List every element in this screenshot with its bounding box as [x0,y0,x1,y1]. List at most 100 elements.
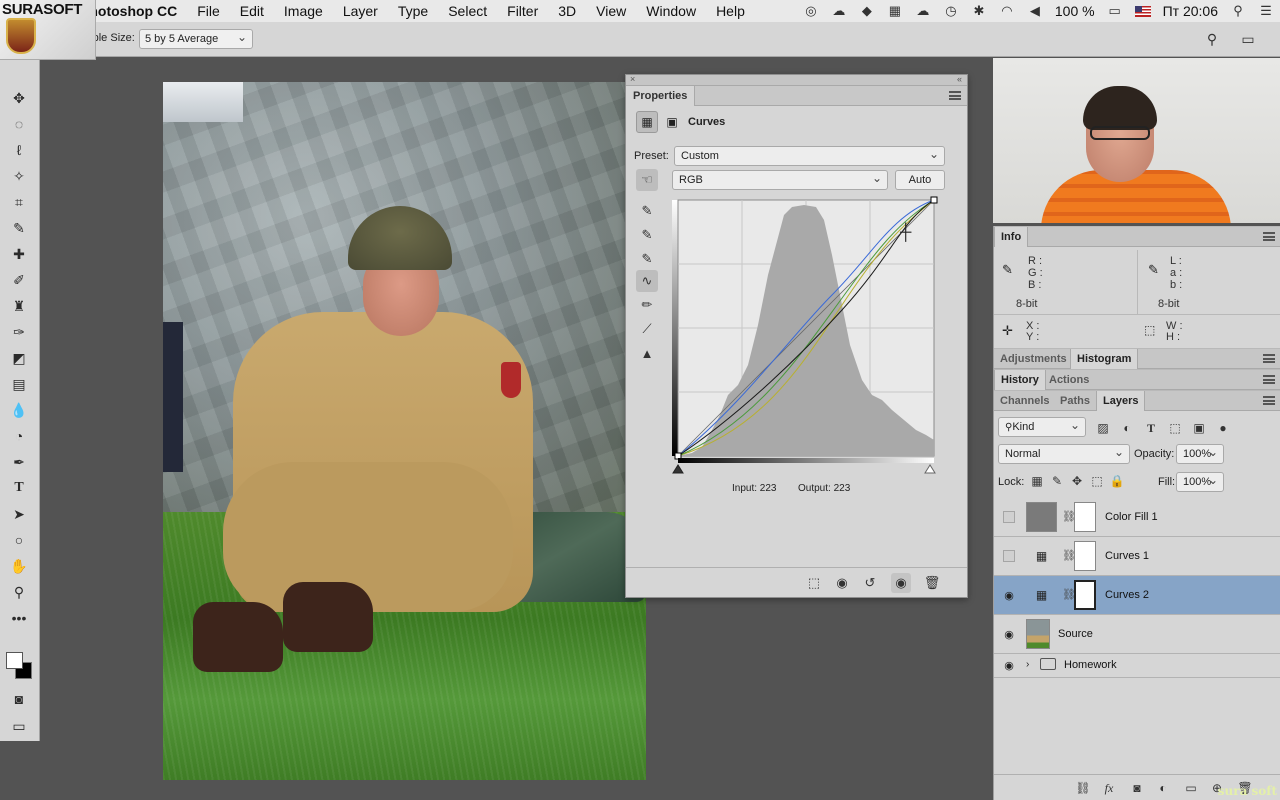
dodge-tool-icon[interactable]: ◔ [8,425,30,447]
menu-file[interactable]: File [187,0,230,22]
battery-icon[interactable]: ▭ [1101,0,1129,22]
new-adjustment-icon[interactable]: ◐ [1154,779,1172,797]
gray-point-eyedropper-icon[interactable]: ✎ [636,224,658,246]
fx-icon[interactable]: fx [1100,779,1118,797]
pen-tool-icon[interactable]: ✒ [8,451,30,473]
search-icon[interactable]: ⚲ [1224,0,1252,22]
disclosure-arrow-icon[interactable]: › [1026,659,1029,670]
calendar-icon[interactable]: ▦ [881,0,909,22]
link-layers-icon[interactable]: ⛓ [1074,779,1092,797]
black-point-eyedropper-icon[interactable]: ✎ [636,200,658,222]
visibility-off-box[interactable] [1003,511,1015,523]
visibility-eye-icon[interactable]: ◉ [891,573,911,593]
curves-graph[interactable]: ┼ [672,195,944,475]
history-menu-icon[interactable] [1263,375,1275,384]
layer-row-curves-1[interactable]: ▦ ⛓ Curves 1 [994,537,1280,576]
brush-tool-icon[interactable]: ✐ [8,269,30,291]
preset-select[interactable]: Custom [674,146,945,166]
dropbox-icon[interactable]: ◆ [853,0,881,22]
tab-layers[interactable]: Layers [1096,391,1146,411]
tab-channels[interactable]: Channels [994,391,1056,411]
tab-histogram[interactable]: Histogram [1070,349,1139,369]
tab-adjustments[interactable]: Adjustments [994,349,1073,369]
foreground-color-swatch[interactable] [6,652,23,669]
wifi-icon[interactable]: ◠ [993,0,1021,22]
sample-size-select[interactable]: 5 by 5 Average [139,29,253,49]
lock-all-icon[interactable]: 🔒 [1108,472,1126,490]
document-photo[interactable] [163,82,646,780]
layer-row-color-fill-1[interactable]: ⛓ Color Fill 1 [994,498,1280,537]
layer-name[interactable]: Source [1058,628,1093,640]
layer-mask-thumbnail[interactable] [1074,580,1096,610]
lasso-tool-icon[interactable]: ℓ [8,139,30,161]
list-icon[interactable]: ☰ [1252,0,1280,22]
tab-history[interactable]: History [994,370,1046,390]
clock[interactable]: Пт 20:06 [1157,3,1224,19]
lock-artboard-icon[interactable]: ⬚ [1088,472,1106,490]
curve-points-icon[interactable]: ∿ [636,270,658,292]
magic-wand-tool-icon[interactable]: ✧ [8,165,30,187]
menu-3d[interactable]: 3D [548,0,586,22]
history-brush-tool-icon[interactable]: ✑ [8,321,30,343]
menu-view[interactable]: View [586,0,636,22]
menu-filter[interactable]: Filter [497,0,548,22]
zoom-tool-icon[interactable]: ⚲ [8,581,30,603]
ellipse-tool-icon[interactable]: ○ [8,529,30,551]
visibility-eye-icon[interactable]: ◉ [1002,628,1016,641]
visibility-eye-icon[interactable]: ◉ [1002,589,1016,602]
cc-libraries-icon[interactable]: ☁ [825,0,853,22]
hand-tool-icon[interactable]: ✋ [8,555,30,577]
menu-type[interactable]: Type [388,0,438,22]
new-group-icon[interactable]: ▭ [1182,779,1200,797]
auto-button[interactable]: Auto [895,170,945,190]
visibility-off-box[interactable] [1003,550,1015,562]
healing-brush-tool-icon[interactable]: ✚ [8,243,30,265]
pencil-draw-icon[interactable]: ✏ [636,294,658,316]
curves-adjustment-icon[interactable]: ▦ [1026,580,1057,610]
tab-paths[interactable]: Paths [1054,391,1096,411]
clipping-warning-icon[interactable]: ▲ [636,342,658,364]
layer-mask-thumbnail[interactable] [1074,502,1096,532]
layer-mask-thumbnail[interactable] [1074,541,1096,571]
type-tool-icon[interactable]: T [8,477,30,499]
lock-transparency-icon[interactable]: ▦ [1028,472,1046,490]
blur-tool-icon[interactable]: 💧 [8,399,30,421]
tab-info[interactable]: Info [994,227,1029,247]
lock-pixels-icon[interactable]: ✎ [1048,472,1066,490]
layer-name[interactable]: Color Fill 1 [1105,511,1158,523]
layer-row-curves-2[interactable]: ◉ ▦ ⛓ Curves 2 [994,576,1280,615]
layer-filter-select[interactable]: ⚲Kind [998,417,1086,437]
source-thumbnail[interactable] [1026,619,1050,649]
workspace-icon[interactable]: ▭ [1238,30,1258,48]
menu-window[interactable]: Window [636,0,706,22]
gradient-tool-icon[interactable]: ▤ [8,373,30,395]
marquee-tool-icon[interactable]: ◌ [8,113,30,135]
panel-menu-icon[interactable] [949,91,961,100]
channel-select[interactable]: RGB [672,170,888,190]
tab-actions[interactable]: Actions [1043,370,1095,390]
path-selection-tool-icon[interactable]: ➤ [8,503,30,525]
eraser-tool-icon[interactable]: ◩ [8,347,30,369]
close-icon[interactable]: × [630,74,635,84]
menu-edit[interactable]: Edit [230,0,274,22]
curves-adjustment-icon[interactable]: ▦ [636,111,658,133]
creative-cloud-icon[interactable]: ◎ [797,0,825,22]
layer-name[interactable]: Homework [1064,659,1117,671]
menu-select[interactable]: Select [438,0,497,22]
layer-name[interactable]: Curves 1 [1105,550,1149,562]
clone-stamp-tool-icon[interactable]: ♜ [8,295,30,317]
menu-help[interactable]: Help [706,0,755,22]
opacity-input[interactable]: 100% [1176,444,1224,464]
mask-icon[interactable]: ▣ [661,111,683,133]
filter-pixel-icon[interactable]: ▨ [1094,419,1112,437]
curves-adjustment-icon[interactable]: ▦ [1026,541,1057,571]
layer-row-homework[interactable]: ◉ › Homework [994,654,1280,678]
layer-name[interactable]: Curves 2 [1105,589,1149,601]
filter-type-icon[interactable]: T [1142,419,1160,437]
info-menu-icon[interactable] [1263,232,1275,241]
more-tools-icon[interactable]: ••• [8,607,30,629]
lock-position-icon[interactable]: ✥ [1068,472,1086,490]
filter-toggle-icon[interactable]: ● [1214,419,1232,437]
volume-icon[interactable]: ◀ [1021,0,1049,22]
on-image-adjust-icon[interactable]: ☜ [636,169,658,191]
